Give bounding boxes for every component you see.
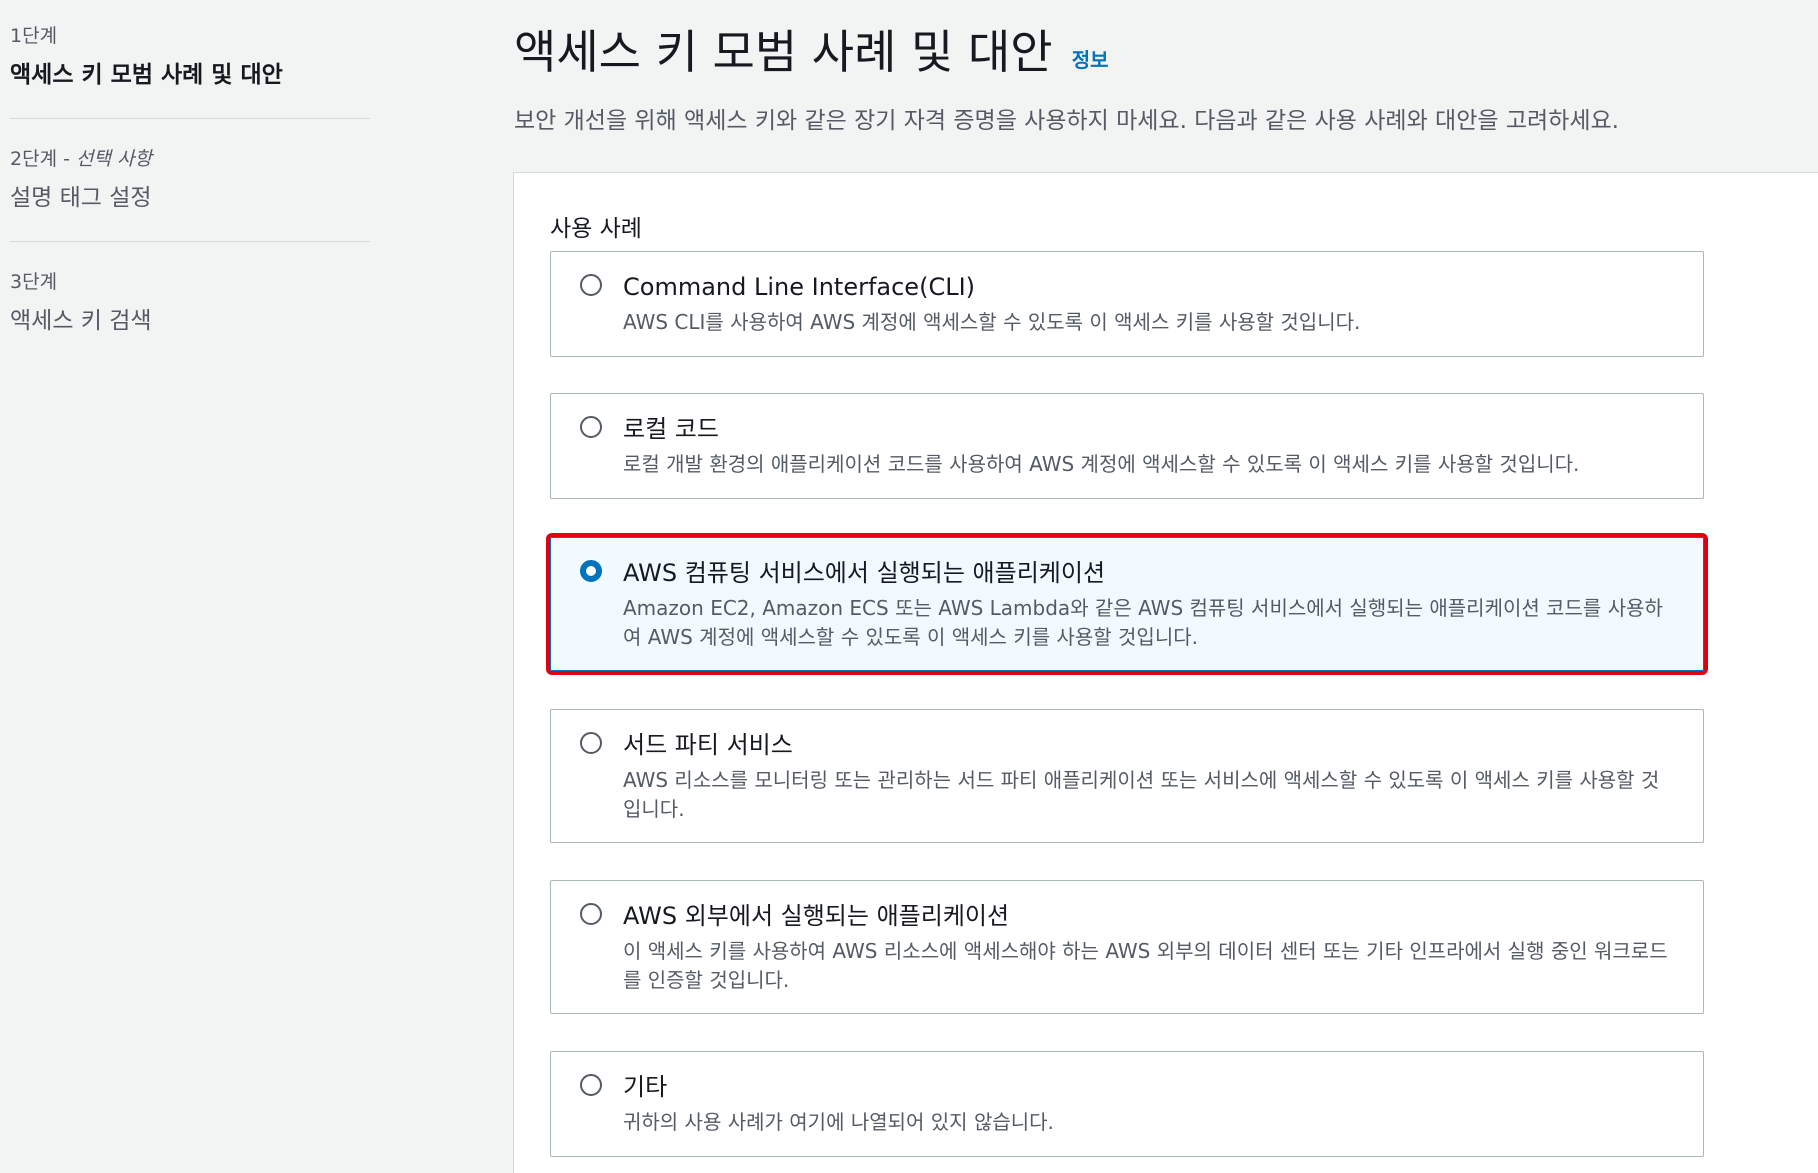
- page-title: 액세스 키 모범 사례 및 대안: [514, 25, 1053, 79]
- step-1[interactable]: 1단계 액세스 키 모범 사례 및 대안: [10, 22, 370, 119]
- step-1-number: 1단계: [10, 25, 58, 47]
- radio-button[interactable]: [580, 1074, 602, 1096]
- option-label: Command Line Interface(CLI): [623, 273, 976, 301]
- option-label: 기타: [623, 1073, 668, 1101]
- step-2[interactable]: 2단계 - 선택 사항 설명 태그 설정: [10, 145, 370, 242]
- use-case-option-aws-compute[interactable]: AWS 컴퓨팅 서비스에서 실행되는 애플리케이션 Amazon EC2, Am…: [546, 533, 1708, 675]
- option-description: AWS CLI를 사용하여 AWS 계정에 액세스할 수 있도록 이 액세스 키…: [623, 310, 1361, 334]
- step-2-number-text: 2단계 -: [10, 148, 76, 170]
- option-label: AWS 컴퓨팅 서비스에서 실행되는 애플리케이션: [623, 559, 1106, 587]
- radio-button[interactable]: [580, 416, 602, 438]
- step-3-title: 액세스 키 검색: [10, 308, 152, 334]
- option-label: AWS 외부에서 실행되는 애플리케이션: [623, 902, 1010, 930]
- option-description: Amazon EC2, Amazon ECS 또는 AWS Lambda와 같은…: [623, 596, 1663, 649]
- option-label: 서드 파티 서비스: [623, 731, 793, 759]
- step-1-title: 액세스 키 모범 사례 및 대안: [10, 62, 283, 88]
- use-case-option-local-code[interactable]: 로컬 코드 로컬 개발 환경의 애플리케이션 코드를 사용하여 AWS 계정에 …: [550, 393, 1704, 499]
- option-description: AWS 리소스를 모니터링 또는 관리하는 서드 파티 애플리케이션 또는 서비…: [623, 768, 1660, 821]
- use-case-option-other[interactable]: 기타 귀하의 사용 사례가 여기에 나열되어 있지 않습니다.: [550, 1051, 1704, 1157]
- step-2-title: 설명 태그 설정: [10, 185, 152, 211]
- use-case-option-cli[interactable]: Command Line Interface(CLI) AWS CLI를 사용하…: [550, 251, 1704, 357]
- page-header: 액세스 키 모범 사례 및 대안 정보 보안 개선을 위해 액세스 키와 같은 …: [514, 18, 1804, 138]
- wizard-steps: 1단계 액세스 키 모범 사례 및 대안 2단계 - 선택 사항 설명 태그 설…: [10, 22, 370, 390]
- use-case-option-third-party[interactable]: 서드 파티 서비스 AWS 리소스를 모니터링 또는 관리하는 서드 파티 애플…: [550, 709, 1704, 843]
- step-2-number: 2단계 - 선택 사항: [10, 145, 370, 173]
- radio-button[interactable]: [580, 274, 602, 296]
- step-3-number: 3단계: [10, 271, 58, 293]
- info-link[interactable]: 정보: [1072, 44, 1109, 73]
- step-3[interactable]: 3단계 액세스 키 검색: [10, 268, 370, 364]
- radio-button[interactable]: [580, 732, 602, 754]
- use-case-option-outside-aws[interactable]: AWS 외부에서 실행되는 애플리케이션 이 액세스 키를 사용하여 AWS 리…: [550, 880, 1704, 1014]
- option-description: 이 액세스 키를 사용하여 AWS 리소스에 액세스해야 하는 AWS 외부의 …: [623, 939, 1668, 992]
- radio-button[interactable]: [580, 903, 602, 925]
- radio-button-selected[interactable]: [580, 560, 602, 582]
- option-description: 로컬 개발 환경의 애플리케이션 코드를 사용하여 AWS 계정에 액세스할 수…: [623, 452, 1580, 476]
- step-2-optional: 선택 사항: [75, 148, 152, 170]
- option-label: 로컬 코드: [623, 415, 719, 443]
- page-description: 보안 개선을 위해 액세스 키와 같은 장기 자격 증명을 사용하지 마세요. …: [514, 108, 1619, 134]
- use-case-label: 사용 사례: [550, 216, 642, 242]
- option-description: 귀하의 사용 사례가 여기에 나열되어 있지 않습니다.: [623, 1110, 1054, 1134]
- use-case-card: 사용 사례 Command Line Interface(CLI) AWS CL…: [513, 172, 1818, 1173]
